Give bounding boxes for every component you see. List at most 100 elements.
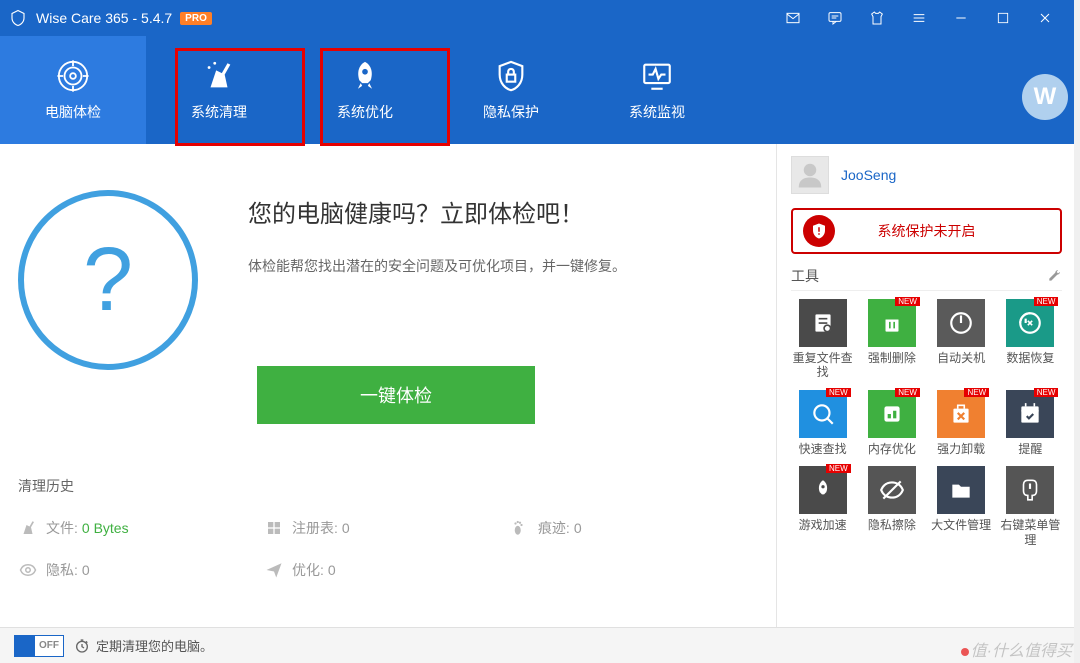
target-icon bbox=[55, 58, 91, 94]
tool-grid: 重复文件查找NEW强制删除自动关机NEW数据恢复NEW快速查找NEW内存优化NE… bbox=[791, 299, 1062, 547]
new-badge: NEW bbox=[1034, 388, 1059, 397]
new-badge: NEW bbox=[964, 388, 989, 397]
tool-1[interactable]: NEW 强制删除 bbox=[860, 299, 923, 380]
nav-label: 电脑体检 bbox=[45, 102, 101, 122]
pro-badge: PRO bbox=[180, 12, 212, 25]
clock-icon bbox=[74, 638, 90, 654]
shield-lock-icon bbox=[493, 58, 529, 94]
history-files: 文件:0 Bytes bbox=[18, 518, 264, 538]
tool-icon: NEW bbox=[937, 390, 985, 438]
nav-tab-privacy[interactable]: 隐私保护 bbox=[438, 36, 584, 144]
minimize-button[interactable] bbox=[940, 0, 982, 36]
tool-9[interactable]: 隐私擦除 bbox=[860, 466, 923, 547]
tool-label: 右键菜单管理 bbox=[999, 518, 1062, 547]
history-registry: 注册表:0 bbox=[264, 518, 510, 538]
tools-header: 工具 bbox=[791, 266, 1062, 291]
status-circle: ? bbox=[18, 190, 198, 370]
nav-label: 系统监视 bbox=[629, 102, 685, 122]
user-row[interactable]: JooSeng bbox=[791, 152, 1062, 198]
maximize-button[interactable] bbox=[982, 0, 1024, 36]
tool-icon bbox=[799, 299, 847, 347]
tool-icon: NEW bbox=[799, 466, 847, 514]
new-badge: NEW bbox=[826, 464, 851, 473]
tool-10[interactable]: 大文件管理 bbox=[930, 466, 993, 547]
nav-tab-checkup[interactable]: 电脑体检 bbox=[0, 36, 146, 144]
tool-6[interactable]: NEW 强力卸载 bbox=[930, 390, 993, 456]
wrench-icon[interactable] bbox=[1046, 268, 1062, 284]
protection-banner[interactable]: 系统保护未开启 bbox=[791, 208, 1062, 254]
tool-2[interactable]: 自动关机 bbox=[930, 299, 993, 380]
schedule-text: 定期清理您的电脑。 bbox=[96, 636, 213, 655]
tool-icon: NEW bbox=[868, 299, 916, 347]
question-mark-icon: ? bbox=[83, 229, 133, 332]
username: JooSeng bbox=[841, 167, 896, 183]
close-button[interactable] bbox=[1024, 0, 1066, 36]
nav-label: 隐私保护 bbox=[483, 102, 539, 122]
tool-icon: NEW bbox=[1006, 390, 1054, 438]
broom-icon bbox=[201, 58, 237, 94]
nav-tab-cleanup[interactable]: 系统清理 bbox=[146, 36, 292, 144]
history-section: 清理历史 文件:0 Bytes 注册表:0 痕迹:0 bbox=[18, 476, 756, 602]
new-badge: NEW bbox=[895, 388, 920, 397]
nav-tab-optimize[interactable]: 系统优化 bbox=[292, 36, 438, 144]
tool-icon bbox=[868, 466, 916, 514]
main-panel: ? 您的电脑健康吗？立即体检吧！ 体检能帮您找出潜在的安全问题及可优化项目，并一… bbox=[0, 144, 776, 627]
tool-label: 快速查找 bbox=[799, 442, 847, 456]
new-badge: NEW bbox=[895, 297, 920, 306]
history-title: 清理历史 bbox=[18, 476, 756, 496]
tool-icon: NEW bbox=[868, 390, 916, 438]
tool-4[interactable]: NEW 快速查找 bbox=[791, 390, 854, 456]
nav-tabs: 电脑体检 系统清理 系统优化 隐私保护 系统监视 bbox=[0, 36, 1074, 144]
history-traces: 痕迹:0 bbox=[510, 518, 756, 538]
mail-icon[interactable] bbox=[772, 0, 814, 36]
protection-text: 系统保护未开启 bbox=[878, 221, 976, 241]
watermark: 值·什么值得买 bbox=[961, 637, 1072, 661]
nav-tab-monitor[interactable]: 系统监视 bbox=[584, 36, 730, 144]
subline: 体检能帮您找出潜在的安全问题及可优化项目，并一键修复。 bbox=[248, 256, 626, 276]
tool-label: 重复文件查找 bbox=[791, 351, 854, 380]
avatar-icon bbox=[791, 156, 829, 194]
scan-button[interactable]: 一键体检 bbox=[257, 366, 535, 424]
history-privacy: 隐私:0 bbox=[18, 560, 264, 580]
rocket-icon bbox=[347, 58, 383, 94]
app-title: Wise Care 365 - 5.4.7 bbox=[36, 10, 172, 26]
tool-label: 大文件管理 bbox=[931, 518, 991, 532]
history-optimize: 优化:0 bbox=[264, 560, 510, 580]
headline: 您的电脑健康吗？立即体检吧！ bbox=[248, 194, 584, 229]
tool-label: 内存优化 bbox=[868, 442, 916, 456]
nav-label: 系统清理 bbox=[191, 102, 247, 122]
tool-icon: NEW bbox=[799, 390, 847, 438]
tools-label: 工具 bbox=[791, 266, 819, 286]
registry-icon bbox=[264, 518, 284, 538]
tool-icon: NEW bbox=[1006, 299, 1054, 347]
tool-label: 自动关机 bbox=[937, 351, 985, 365]
tool-label: 数据恢复 bbox=[1006, 351, 1054, 365]
tool-label: 隐私擦除 bbox=[868, 518, 916, 532]
tool-0[interactable]: 重复文件查找 bbox=[791, 299, 854, 380]
menu-icon[interactable] bbox=[898, 0, 940, 36]
eye-icon bbox=[18, 560, 38, 580]
tool-5[interactable]: NEW 内存优化 bbox=[860, 390, 923, 456]
tool-8[interactable]: NEW游戏加速 bbox=[791, 466, 854, 547]
app-logo-icon bbox=[8, 8, 28, 28]
tool-3[interactable]: NEW 数据恢复 bbox=[999, 299, 1062, 380]
shield-alert-icon bbox=[803, 215, 835, 247]
tool-7[interactable]: NEW 提醒 bbox=[999, 390, 1062, 456]
plane-icon bbox=[264, 560, 284, 580]
bottom-bar: OFF 定期清理您的电脑。 bbox=[0, 627, 1074, 663]
shirt-icon[interactable] bbox=[856, 0, 898, 36]
tool-label: 强力卸载 bbox=[937, 442, 985, 456]
feedback-icon[interactable] bbox=[814, 0, 856, 36]
new-badge: NEW bbox=[826, 388, 851, 397]
tool-icon bbox=[1006, 466, 1054, 514]
schedule-toggle[interactable]: OFF bbox=[14, 635, 64, 657]
tool-icon bbox=[937, 466, 985, 514]
new-badge: NEW bbox=[1034, 297, 1059, 306]
tool-label: 强制删除 bbox=[868, 351, 916, 365]
sidebar: JooSeng 系统保护未开启 工具 重复文件查找 NEW 强制删除 自动关机 NEW 数… bbox=[776, 144, 1074, 627]
tool-11[interactable]: 右键菜单管理 bbox=[999, 466, 1062, 547]
tool-label: 提醒 bbox=[1018, 442, 1042, 456]
footprint-icon bbox=[510, 518, 530, 538]
monitor-icon bbox=[639, 58, 675, 94]
broom-small-icon bbox=[18, 518, 38, 538]
